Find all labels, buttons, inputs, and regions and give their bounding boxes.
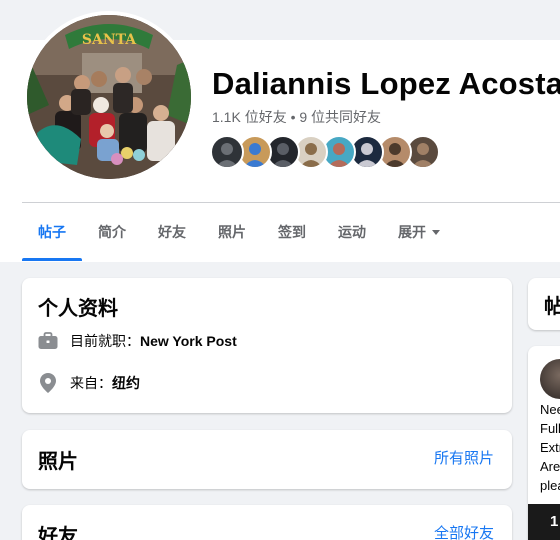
tab-label: 照片 — [218, 224, 246, 240]
posts-title: 帖 — [544, 296, 560, 318]
tab-label: 帖子 — [38, 224, 66, 240]
photos-card: 照片 所有照片 — [22, 430, 512, 489]
intro-title: 个人资料 — [38, 298, 118, 320]
post-line: Are — [540, 459, 560, 474]
post-line: plea — [540, 478, 560, 493]
tab-checkins[interactable]: 签到 — [262, 203, 322, 261]
post-card: Nee Full Extr Are plea 1 — [528, 346, 560, 540]
profile-name: Daliannis Lopez Acosta — [212, 66, 560, 101]
post-author-avatar[interactable] — [540, 359, 560, 399]
post-line: Nee — [540, 402, 560, 417]
tab-label: 展开 — [398, 224, 426, 240]
avatar-photo-illustration: SANTA — [27, 15, 191, 179]
work-prefix: 目前就职： — [70, 333, 140, 349]
from-prefix: 来自： — [70, 375, 112, 391]
briefcase-icon — [38, 331, 58, 351]
tab-label: 简介 — [98, 224, 126, 240]
profile-tabs: 帖子 简介 好友 照片 签到 运动 展开 — [22, 203, 456, 261]
post-line: Full — [540, 421, 560, 436]
profile-photo: SANTA — [27, 15, 191, 179]
tab-posts[interactable]: 帖子 — [22, 203, 82, 261]
tab-photos[interactable]: 照片 — [202, 203, 262, 261]
post-media[interactable]: 1 — [528, 504, 560, 540]
post-media-label: 1 — [550, 513, 559, 530]
tab-friends[interactable]: 好友 — [142, 203, 202, 261]
friends-card: 好友 全部好友 — [22, 505, 512, 540]
chevron-down-icon — [432, 229, 440, 235]
avatar-sign-text: SANTA — [82, 32, 137, 48]
hometown-row: 来自： 纽约 — [38, 373, 140, 393]
tab-sports[interactable]: 运动 — [322, 203, 382, 261]
tab-label: 运动 — [338, 224, 366, 240]
work-row: 目前就职： New York Post — [38, 331, 237, 351]
intro-card: 个人资料 目前就职： New York Post 来自： 纽约 — [22, 278, 512, 413]
friend-avatar[interactable] — [210, 135, 244, 169]
post-line: Extr — [540, 440, 560, 455]
tab-more[interactable]: 展开 — [382, 203, 456, 261]
photos-title: 照片 — [38, 451, 78, 473]
tab-label: 好友 — [158, 224, 186, 240]
profile-avatar[interactable]: SANTA — [23, 11, 195, 183]
friend-count[interactable]: 1.1K 位好友 • 9 位共同好友 — [212, 107, 381, 127]
location-pin-icon — [38, 373, 58, 393]
work-value[interactable]: New York Post — [140, 333, 237, 349]
all-friends-link[interactable]: 全部好友 — [434, 522, 494, 540]
posts-header-card: 帖 — [528, 278, 560, 330]
tab-about[interactable]: 简介 — [82, 203, 142, 261]
friends-title: 好友 — [38, 526, 78, 540]
all-photos-link[interactable]: 所有照片 — [434, 447, 494, 468]
tab-label: 签到 — [278, 224, 306, 240]
from-value[interactable]: 纽约 — [112, 373, 140, 393]
mutual-friends-avatars — [210, 135, 440, 171]
